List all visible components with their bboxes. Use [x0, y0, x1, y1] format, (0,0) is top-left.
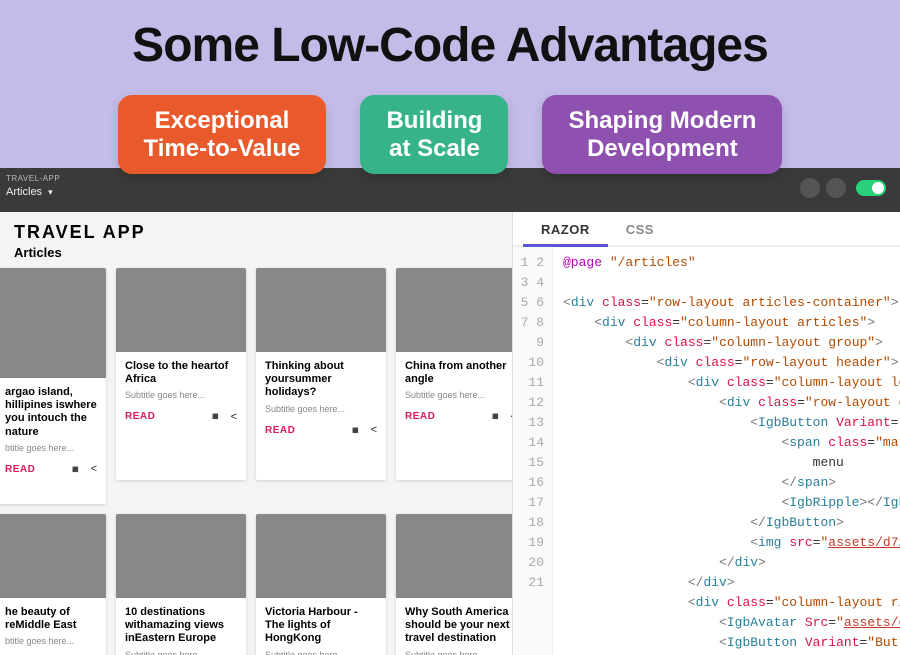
bookmark-icon[interactable]: ◾ — [209, 410, 223, 423]
page-selector-label: Articles — [6, 186, 42, 198]
card-title: Close to the heartof Africa — [125, 360, 237, 386]
read-button[interactable]: READ — [5, 464, 61, 475]
card-image — [0, 268, 106, 378]
card-title: China from another angle — [405, 360, 512, 386]
card-grid: argao island, hillipines iswhere you int… — [0, 268, 512, 655]
pill-scale: Building at Scale — [360, 95, 508, 174]
article-card[interactable]: argao island, hillipines iswhere you int… — [0, 268, 106, 504]
share-icon[interactable]: < — [231, 411, 237, 423]
card-subtitle: Subtitle goes here... — [405, 390, 512, 400]
article-card[interactable]: he beauty of reMiddle East btitle goes h… — [0, 514, 106, 655]
code-tabs: RAZOR CSS — [513, 212, 900, 247]
article-card[interactable]: Victoria Harbour - The lights of HongKon… — [256, 514, 386, 655]
pill-line: Exceptional — [144, 107, 301, 135]
chevron-down-icon: ▾ — [48, 187, 53, 197]
toolbar-button[interactable] — [826, 178, 846, 198]
card-image — [396, 514, 512, 598]
card-image — [396, 268, 512, 352]
card-subtitle: Subtitle goes here... — [125, 650, 237, 655]
toolbar-button[interactable] — [800, 178, 820, 198]
card-image — [116, 268, 246, 352]
pill-line: Building — [386, 107, 482, 135]
card-title: he beauty of reMiddle East — [5, 606, 97, 632]
app-subtitle: Articles — [0, 245, 512, 268]
hero-title: Some Low-Code Advantages — [0, 18, 900, 73]
project-tag: TRAVEL-APP — [6, 174, 60, 183]
pill-line: Shaping Modern — [568, 107, 756, 135]
code-editor[interactable]: 1 2 3 4 5 6 7 8 9 10 11 12 13 14 15 16 1… — [513, 247, 900, 655]
share-icon[interactable]: < — [371, 424, 377, 436]
read-button[interactable]: READ — [405, 411, 481, 422]
hero-banner: Some Low-Code Advantages Exceptional Tim… — [0, 0, 900, 174]
card-image — [0, 514, 106, 598]
bookmark-icon[interactable]: ◾ — [349, 424, 363, 437]
pill-line: at Scale — [386, 135, 482, 163]
article-card[interactable]: Why South America should be your next tr… — [396, 514, 512, 655]
read-button[interactable]: READ — [125, 411, 201, 422]
builder-toolbar: TRAVEL-APP Articles ▾ — [0, 168, 900, 212]
tab-css[interactable]: CSS — [608, 212, 672, 245]
card-subtitle: Subtitle goes here... — [405, 650, 512, 655]
card-image — [256, 268, 386, 352]
tab-razor[interactable]: RAZOR — [523, 212, 608, 245]
card-title: argao island, hillipines iswhere you int… — [5, 386, 97, 439]
pill-row: Exceptional Time-to-Value Building at Sc… — [0, 95, 900, 174]
card-title: 10 destinations withamazing views inEast… — [125, 606, 237, 646]
pill-modern-dev: Shaping Modern Development — [542, 95, 782, 174]
card-subtitle: Subtitle goes here... — [265, 404, 377, 414]
app-title: TRAVEL APP — [0, 212, 512, 245]
page-selector[interactable]: Articles ▾ — [6, 186, 53, 198]
card-image — [256, 514, 386, 598]
code-lines: @page "/articles" <div class="row-layout… — [553, 247, 900, 655]
article-card[interactable]: Thinking about yoursummer holidays? Subt… — [256, 268, 386, 480]
share-icon[interactable]: < — [91, 463, 97, 475]
article-card[interactable]: China from another angle Subtitle goes h… — [396, 268, 512, 480]
article-card[interactable]: 10 destinations withamazing views inEast… — [116, 514, 246, 655]
pill-time-to-value: Exceptional Time-to-Value — [118, 95, 327, 174]
bookmark-icon[interactable]: ◾ — [69, 463, 83, 476]
line-gutter: 1 2 3 4 5 6 7 8 9 10 11 12 13 14 15 16 1… — [513, 247, 553, 655]
card-subtitle: Subtitle goes here... — [265, 650, 377, 655]
card-subtitle: btitle goes here... — [5, 443, 97, 453]
card-subtitle: Subtitle goes here... — [125, 390, 237, 400]
preview-toggle[interactable] — [856, 180, 886, 196]
read-button[interactable]: READ — [265, 425, 341, 436]
card-title: Thinking about yoursummer holidays? — [265, 360, 377, 400]
article-card[interactable]: Close to the heartof Africa Subtitle goe… — [116, 268, 246, 480]
bookmark-icon[interactable]: ◾ — [489, 410, 503, 423]
card-image — [116, 514, 246, 598]
pill-line: Time-to-Value — [144, 135, 301, 163]
card-title: Why South America should be your next tr… — [405, 606, 512, 646]
code-pane: RAZOR CSS 1 2 3 4 5 6 7 8 9 10 11 12 13 … — [512, 212, 900, 655]
preview-pane: TRAVEL APP Articles argao island, hillip… — [0, 212, 512, 655]
card-subtitle: btitle goes here... — [5, 636, 97, 646]
pill-line: Development — [568, 135, 756, 163]
card-title: Victoria Harbour - The lights of HongKon… — [265, 606, 377, 646]
